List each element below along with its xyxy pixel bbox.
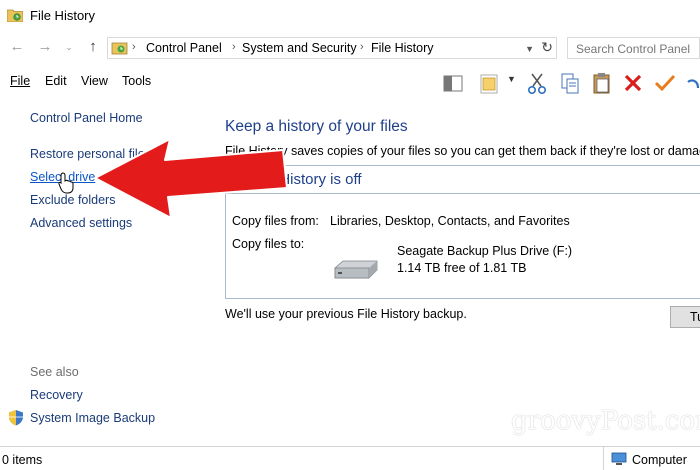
- computer-icon: [611, 452, 627, 465]
- recent-chevron-icon[interactable]: ⌄: [60, 38, 78, 56]
- crumb-system-and-security[interactable]: System and Security: [242, 41, 357, 55]
- sidebar-link-exclude-folders[interactable]: Exclude folders: [30, 193, 115, 207]
- drive-name: Seagate Backup Plus Drive (F:): [397, 244, 573, 258]
- search-placeholder: Search Control Panel: [576, 42, 691, 56]
- preview-pane-icon[interactable]: [441, 70, 465, 96]
- drive-free-space: 1.14 TB free of 1.81 TB: [397, 261, 527, 275]
- folder-options-icon[interactable]: [477, 70, 503, 96]
- cut-icon[interactable]: [526, 70, 548, 96]
- menu-view-label: View: [81, 74, 108, 88]
- crumb-separator-icon[interactable]: ›: [232, 41, 236, 53]
- menu-file-label: File: [10, 74, 31, 88]
- copy-to-label: Copy files to:: [232, 237, 305, 251]
- delete-icon[interactable]: [622, 70, 644, 96]
- sidebar-link-restore-personal-files[interactable]: Restore personal files: [30, 147, 151, 161]
- page-title: Keep a history of your files: [225, 118, 408, 135]
- menu-bar: File Edit View Tools ▼: [0, 66, 700, 98]
- copy-from-value: Libraries, Desktop, Contacts, and Favori…: [330, 214, 570, 228]
- address-dropdown-icon[interactable]: ▼: [525, 44, 534, 54]
- sidebar-link-control-panel-home[interactable]: Control Panel Home: [30, 111, 143, 125]
- copy-icon[interactable]: [559, 70, 581, 96]
- status-header: File History is off: [226, 166, 700, 194]
- menu-file[interactable]: File: [10, 74, 30, 88]
- hand-cursor-icon: [58, 172, 74, 194]
- backup-note: We'll use your previous File History bac…: [225, 307, 467, 321]
- copy-from-label: Copy files from:: [232, 214, 319, 228]
- watermark: groovyPost.com: [511, 406, 700, 436]
- sidebar-link-recovery[interactable]: Recovery: [30, 388, 83, 402]
- address-bar[interactable]: › Control Panel › System and Security › …: [107, 37, 557, 59]
- back-arrow-icon[interactable]: ←: [8, 38, 26, 56]
- window-title: File History: [30, 8, 96, 23]
- drive-icon: [334, 260, 378, 279]
- menu-tools[interactable]: Tools: [122, 74, 151, 88]
- search-input[interactable]: Search Control Panel: [567, 37, 700, 59]
- crumb-separator-icon[interactable]: ›: [360, 41, 364, 53]
- sidebar-link-system-image-backup[interactable]: System Image Backup: [30, 411, 155, 425]
- crumb-control-panel[interactable]: Control Panel: [146, 41, 222, 55]
- status-separator: [603, 447, 604, 470]
- file-history-app-icon: [7, 9, 23, 22]
- location-label: Computer: [632, 453, 687, 467]
- file-history-status-panel: File History is off Copy files from: Lib…: [225, 165, 700, 299]
- properties-check-icon[interactable]: [653, 70, 677, 96]
- address-row: ← → ⌄ ↑ › Control Panel › System and Sec…: [0, 33, 700, 63]
- status-title: File History is off: [251, 171, 362, 188]
- items-count: 0 items: [2, 453, 43, 467]
- crumb-file-history[interactable]: File History: [371, 41, 434, 55]
- shield-icon: [9, 410, 23, 426]
- page-description: File History saves copies of your files …: [225, 144, 700, 158]
- forward-arrow-icon[interactable]: →: [36, 38, 54, 56]
- menu-edit[interactable]: Edit: [45, 74, 67, 88]
- options-dropdown-icon[interactable]: ▼: [507, 74, 516, 100]
- title-bar: File History: [0, 0, 700, 32]
- control-panel-icon: [111, 42, 128, 55]
- refresh-icon[interactable]: ↻: [541, 39, 553, 56]
- menu-tools-label: Tools: [122, 74, 152, 88]
- sidebar-link-advanced-settings[interactable]: Advanced settings: [30, 216, 132, 230]
- menu-edit-label: Edit: [45, 74, 67, 88]
- status-indicator-icon: [227, 167, 244, 192]
- crumb-separator-icon[interactable]: ›: [132, 41, 136, 53]
- see-also-heading: See also: [30, 365, 79, 379]
- turn-on-button[interactable]: Tu: [670, 306, 700, 328]
- up-arrow-icon[interactable]: ↑: [84, 38, 102, 56]
- paste-icon[interactable]: [591, 70, 613, 96]
- menu-view[interactable]: View: [81, 74, 108, 88]
- undo-icon[interactable]: [686, 70, 700, 96]
- status-bar: 0 items Computer: [0, 446, 700, 470]
